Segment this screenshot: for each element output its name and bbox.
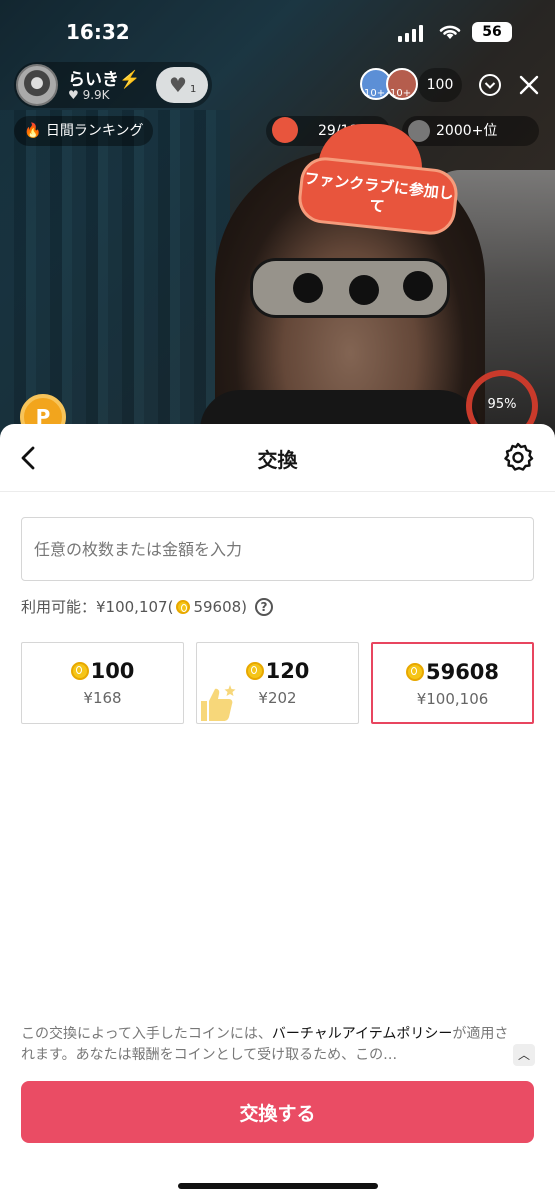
policy-notice: この交換によって入手したコインには、バーチャルアイテムポリシーが適用されます。あ… xyxy=(21,1026,509,1063)
follow-count: 1 xyxy=(190,84,197,95)
exchange-sheet: 交換 利用可能：¥100,107( 59608 ) ? 100 ¥168 120… xyxy=(0,424,555,1200)
follow-button[interactable]: ♥ 1 xyxy=(156,67,208,103)
clock: 16:32 xyxy=(66,20,130,44)
host-name: らいき⚡️ xyxy=(68,70,141,90)
available-balance: 利用可能：¥100,107( 59608 ) ? xyxy=(21,596,274,617)
status-bar: 16:32 56 xyxy=(0,0,555,64)
package-price: ¥168 xyxy=(83,689,122,707)
gift-icon xyxy=(272,117,298,143)
heart-icon: ♥ xyxy=(169,73,187,97)
virtual-item-policy-link[interactable]: バーチャルアイテムポリシー xyxy=(272,1026,452,1042)
thumbs-up-icon xyxy=(201,685,236,721)
coin-icon xyxy=(245,662,264,680)
coin-icon xyxy=(70,662,89,680)
viewer-badge: 10+ xyxy=(364,88,386,99)
host-info[interactable]: らいき⚡️ ♥ 9.9K ♥ 1 xyxy=(14,62,212,108)
battery-indicator: 56 xyxy=(472,22,512,42)
sheet-title: 交換 xyxy=(257,448,298,472)
host-likes: ♥ 9.9K xyxy=(68,88,110,102)
coin-package-120[interactable]: 120 ¥202 xyxy=(196,642,359,724)
host-avatar[interactable] xyxy=(16,64,58,106)
coin-package-59608[interactable]: 59608 ¥100,106 xyxy=(371,642,534,724)
chevron-down-icon[interactable] xyxy=(477,72,503,98)
amount-input[interactable] xyxy=(21,517,534,581)
chevron-up-icon[interactable]: ︿ xyxy=(513,1044,535,1066)
coin-icon xyxy=(405,663,424,681)
home-indicator xyxy=(178,1183,378,1189)
flame-icon: 🔥 xyxy=(24,123,42,139)
gear-icon[interactable] xyxy=(502,441,534,473)
viewer-count[interactable]: 100 xyxy=(418,68,462,102)
close-icon[interactable] xyxy=(516,72,542,98)
sheet-header: 交換 xyxy=(0,424,555,492)
coin-icon xyxy=(176,599,191,614)
help-icon[interactable]: ? xyxy=(255,597,274,616)
exchange-button[interactable]: 交換する xyxy=(21,1081,534,1143)
wifi-icon xyxy=(439,25,461,39)
ranking-chip[interactable]: 🔥 日間ランキング xyxy=(14,116,154,146)
coin-package-100[interactable]: 100 ¥168 xyxy=(21,642,184,724)
rank-chip[interactable]: 2000+位 xyxy=(402,116,539,146)
cellular-signal-icon xyxy=(398,24,423,42)
package-price: ¥100,106 xyxy=(416,690,489,708)
viewer-badge: 10+ xyxy=(390,88,412,99)
